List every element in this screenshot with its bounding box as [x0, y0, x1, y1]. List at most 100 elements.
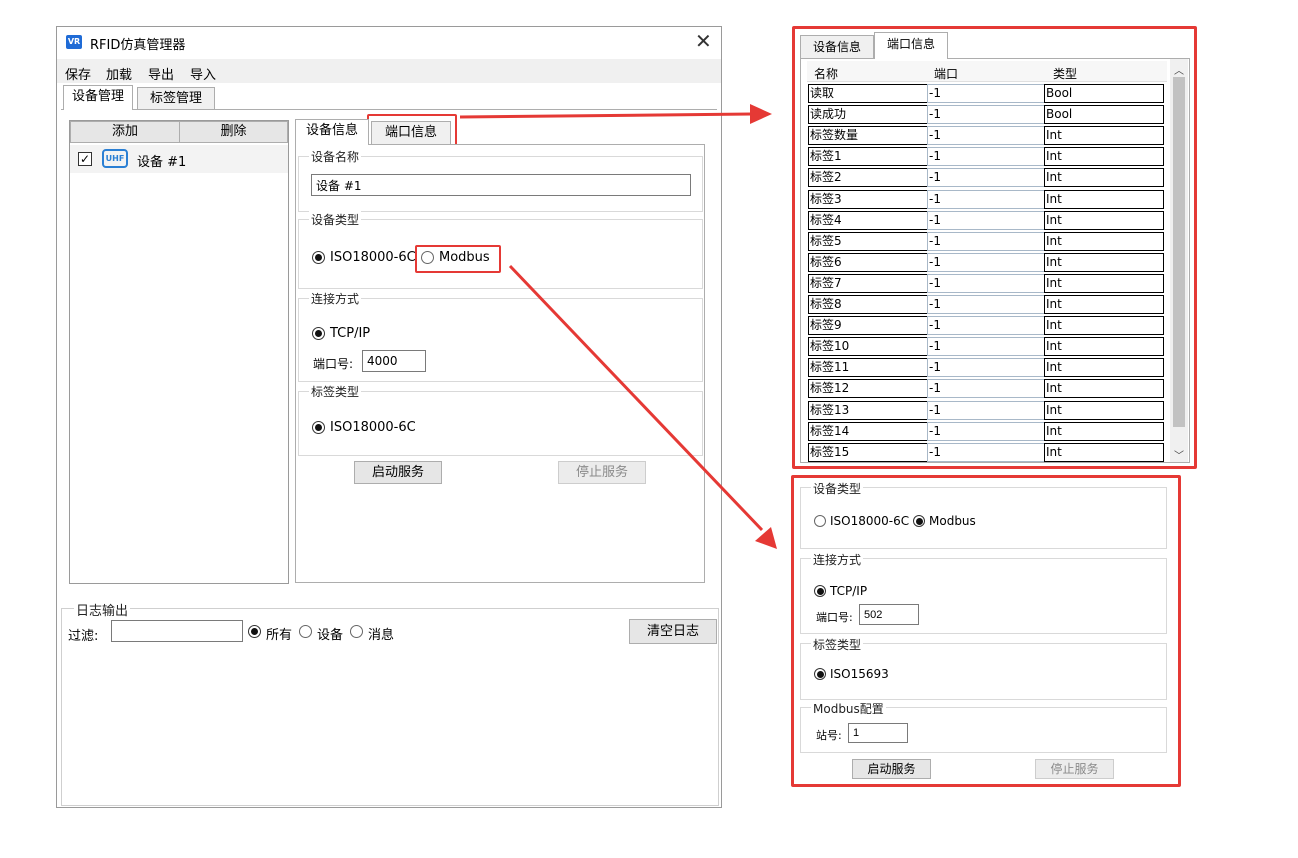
port-type-cell: Int [1044, 147, 1164, 167]
table-row[interactable]: 标签数量 -1 Int [808, 126, 1168, 146]
table-row[interactable]: 标签13 -1 Int [808, 400, 1168, 421]
port-name-cell: 标签13 [808, 400, 928, 420]
port-value-cell[interactable]: -1 [927, 252, 1045, 272]
port-type-cell: Int [1044, 337, 1164, 357]
port-value-cell[interactable]: -1 [927, 210, 1045, 230]
port-table-panel: 名称 端口 类型 读取 -1 Bool 读成功 -1 Bool 标签数量 -1 Int 标签1 -1… [800, 58, 1190, 463]
port-panel-tab-port-info[interactable]: 端口信息 [874, 32, 948, 59]
port-name-cell: 读成功 [808, 105, 928, 125]
table-row[interactable]: 标签14 -1 Int [808, 421, 1168, 442]
table-row[interactable]: 标签3 -1 Int [808, 189, 1168, 210]
mb-port-input[interactable] [859, 604, 919, 625]
table-row[interactable]: 标签11 -1 Int [808, 358, 1168, 378]
port-name-cell: 读取 [808, 84, 928, 103]
port-table-header: 名称 端口 类型 [807, 61, 1167, 82]
port-type-cell: Int [1044, 252, 1164, 272]
port-name-cell: 标签4 [808, 210, 928, 230]
port-value-cell[interactable]: -1 [927, 337, 1045, 357]
table-row[interactable]: 标签10 -1 Int [808, 337, 1168, 357]
mb-radio-tcpip-label: TCP/IP [830, 584, 868, 598]
mb-connection-group: 连接方式 TCP/IP 端口号: [800, 551, 1167, 634]
table-row[interactable]: 标签4 -1 Int [808, 210, 1168, 231]
port-type-cell: Bool [1044, 84, 1164, 103]
port-type-cell: Int [1044, 316, 1164, 336]
port-type-cell: Int [1044, 379, 1164, 399]
mb-radio-modbus[interactable] [913, 515, 925, 527]
mb-station-input[interactable] [848, 723, 908, 743]
port-name-cell: 标签数量 [808, 126, 928, 146]
tab-device-management[interactable]: 设备管理 [63, 85, 133, 110]
port-name-cell: 标签12 [808, 379, 928, 399]
port-table-scrollbar[interactable]: ︿ ﹀ [1170, 59, 1188, 462]
table-row[interactable]: 读取 -1 Bool [808, 84, 1168, 104]
port-type-cell: Int [1044, 126, 1164, 146]
mb-radio-iso15693-label: ISO15693 [830, 667, 889, 681]
mb-device-type-legend: 设备类型 [811, 480, 864, 497]
port-value-cell[interactable]: -1 [927, 168, 1045, 188]
port-name-cell: 标签11 [808, 358, 928, 378]
col-header-port: 端口 [934, 67, 959, 81]
port-value-cell[interactable]: -1 [927, 400, 1045, 420]
port-type-cell: Bool [1044, 105, 1164, 125]
col-header-type: 类型 [1053, 67, 1078, 81]
port-name-cell: 标签1 [808, 147, 928, 167]
port-name-cell: 标签14 [808, 421, 928, 441]
port-value-cell[interactable]: -1 [927, 273, 1045, 293]
mb-modbus-legend: Modbus配置 [811, 700, 886, 717]
table-row[interactable]: 标签12 -1 Int [808, 379, 1168, 399]
port-value-cell[interactable]: -1 [927, 358, 1045, 378]
mb-stop-service-button[interactable]: 停止服务 [1035, 759, 1114, 779]
port-name-cell: 标签8 [808, 295, 928, 314]
table-row[interactable]: 标签2 -1 Int [808, 168, 1168, 188]
table-row[interactable]: 标签5 -1 Int [808, 231, 1168, 252]
port-name-cell: 标签7 [808, 273, 928, 293]
port-type-cell: Int [1044, 168, 1164, 188]
port-type-cell: Int [1044, 421, 1164, 441]
mb-radio-iso18000-label: ISO18000-6C [830, 514, 910, 528]
port-value-cell[interactable]: -1 [927, 189, 1045, 209]
port-type-cell: Int [1044, 295, 1164, 314]
table-row[interactable]: 标签7 -1 Int [808, 273, 1168, 294]
port-value-cell[interactable]: -1 [927, 442, 1045, 462]
port-panel-tab-device-info[interactable]: 设备信息 [800, 35, 874, 59]
mb-connection-legend: 连接方式 [811, 551, 864, 568]
mb-start-service-button[interactable]: 启动服务 [852, 759, 931, 779]
mb-radio-modbus-label: Modbus [929, 514, 976, 528]
arrow-head-modbus [755, 527, 777, 549]
mb-tag-type-group: 标签类型 ISO15693 [800, 636, 1167, 700]
col-header-name: 名称 [814, 67, 839, 81]
port-name-cell: 标签10 [808, 337, 928, 357]
mb-radio-iso18000[interactable] [814, 515, 826, 527]
mb-radio-iso15693[interactable] [814, 668, 826, 680]
mb-device-type-group: 设备类型 ISO18000-6C Modbus [800, 480, 1167, 549]
mb-port-label: 端口号: [816, 611, 853, 624]
port-type-cell: Int [1044, 400, 1164, 420]
mb-station-label: 站号: [816, 729, 842, 742]
port-type-cell: Int [1044, 273, 1164, 293]
scrollbar-thumb[interactable] [1173, 77, 1185, 427]
table-row[interactable]: 标签9 -1 Int [808, 316, 1168, 336]
table-row[interactable]: 标签6 -1 Int [808, 252, 1168, 273]
port-type-cell: Int [1044, 358, 1164, 378]
port-value-cell[interactable]: -1 [927, 316, 1045, 336]
table-row[interactable]: 标签1 -1 Int [808, 147, 1168, 167]
port-type-cell: Int [1044, 231, 1164, 251]
scroll-up-icon[interactable]: ︿ [1174, 62, 1184, 77]
port-value-cell[interactable]: -1 [927, 126, 1045, 146]
port-value-cell[interactable]: -1 [927, 421, 1045, 441]
table-row[interactable]: 标签8 -1 Int [808, 295, 1168, 315]
table-row[interactable]: 标签15 -1 Int [808, 442, 1168, 462]
port-value-cell[interactable]: -1 [927, 379, 1045, 399]
mb-modbus-group: Modbus配置 站号: [800, 700, 1167, 753]
port-name-cell: 标签5 [808, 231, 928, 251]
port-value-cell[interactable]: -1 [927, 147, 1045, 167]
table-row[interactable]: 读成功 -1 Bool [808, 105, 1168, 125]
tab-device-info[interactable]: 设备信息 [295, 119, 369, 145]
mb-radio-tcpip[interactable] [814, 585, 826, 597]
port-value-cell[interactable]: -1 [927, 231, 1045, 251]
scroll-down-icon[interactable]: ﹀ [1174, 447, 1184, 462]
port-value-cell[interactable]: -1 [927, 84, 1045, 103]
port-value-cell[interactable]: -1 [927, 105, 1045, 125]
port-value-cell[interactable]: -1 [927, 295, 1045, 314]
port-name-cell: 标签15 [808, 442, 928, 462]
